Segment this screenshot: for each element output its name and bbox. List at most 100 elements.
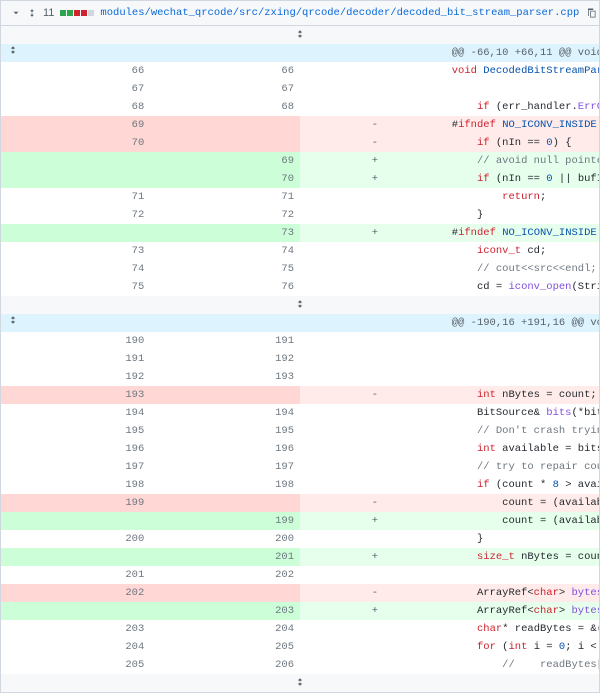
line-number-new[interactable]: 66 xyxy=(150,62,300,80)
diff-row: 6868 if (err_handler.ErrCode()) return; xyxy=(1,98,600,116)
line-number-new[interactable]: 200 xyxy=(150,530,300,548)
diff-row: 69-#ifndef NO_ICONV_INSIDE xyxy=(1,116,600,134)
line-number-old[interactable]: 196 xyxy=(1,440,151,458)
code-line: ErrorHandler& err_handler) { xyxy=(450,80,600,98)
line-number-new[interactable]: 199 xyxy=(150,512,300,530)
line-number-old[interactable]: 202 xyxy=(1,584,151,602)
copy-path-icon[interactable] xyxy=(585,7,597,19)
expand-hunk-button[interactable] xyxy=(1,314,301,332)
diff-row: 199- count = (available + 7 / 8); xyxy=(1,494,600,512)
line-number-new[interactable]: 74 xyxy=(150,242,300,260)
line-number-new[interactable]: 71 xyxy=(150,188,300,206)
line-number-old[interactable]: 75 xyxy=(1,278,151,296)
diff-row xyxy=(1,26,600,45)
expand-icon[interactable] xyxy=(27,8,37,18)
line-number-new[interactable]: 198 xyxy=(150,476,300,494)
line-number-old[interactable]: 192 xyxy=(1,368,151,386)
line-number-new[interactable]: 67 xyxy=(150,80,300,98)
hunk-header: @@ -66,10 +66,11 @@ void DecodedBitStrea… xyxy=(450,44,600,62)
line-number-old[interactable]: 71 xyxy=(1,188,151,206)
line-number-new[interactable]: 194 xyxy=(150,404,300,422)
diff-row: 193- int nBytes = count; xyxy=(1,386,600,404)
line-number-old[interactable] xyxy=(1,602,151,620)
line-number-new[interactable] xyxy=(150,134,300,152)
diff-row: 198198 if (count * 8 > available) { xyxy=(1,476,600,494)
line-number-new[interactable]: 197 xyxy=(150,458,300,476)
chevron-down-icon[interactable] xyxy=(11,8,21,18)
line-number-old[interactable]: 70 xyxy=(1,134,151,152)
line-number-old[interactable]: 205 xyxy=(1,656,151,674)
line-number-new[interactable]: 201 xyxy=(150,548,300,566)
line-number-old[interactable]: 204 xyxy=(1,638,151,656)
line-number-new[interactable]: 193 xyxy=(150,368,300,386)
line-number-old[interactable]: 191 xyxy=(1,350,151,368)
diff-sign: + xyxy=(300,152,450,170)
line-number-old[interactable] xyxy=(1,170,151,188)
line-number-new[interactable]: 68 xyxy=(150,98,300,116)
expand-hunk-button[interactable] xyxy=(1,296,600,314)
code-line: BitSource& bits(*bits_); xyxy=(450,404,600,422)
line-number-new[interactable]: 70 xyxy=(150,170,300,188)
line-number-old[interactable]: 72 xyxy=(1,206,151,224)
diff-sign xyxy=(300,62,450,80)
diff-row: 6666 void DecodedBitStreamParser::append… xyxy=(1,62,600,80)
line-number-new[interactable]: 206 xyxy=(150,656,300,674)
line-number-new[interactable] xyxy=(150,116,300,134)
diff-sign: + xyxy=(300,602,450,620)
line-number-old[interactable]: 67 xyxy=(1,80,151,98)
line-number-new[interactable]: 195 xyxy=(150,422,300,440)
diff-row: 190191 CharacterSetECI* currentCharacter… xyxy=(1,332,600,350)
line-number-old[interactable] xyxy=(1,548,151,566)
line-number-new[interactable]: 205 xyxy=(150,638,300,656)
line-number-old[interactable]: 195 xyxy=(1,422,151,440)
line-number-old[interactable]: 69 xyxy=(1,116,151,134)
line-number-new[interactable]: 203 xyxy=(150,602,300,620)
line-number-old[interactable]: 74 xyxy=(1,260,151,278)
line-number-new[interactable]: 202 xyxy=(150,566,300,584)
line-number-new[interactable]: 69 xyxy=(150,152,300,170)
line-number-old[interactable]: 66 xyxy=(1,62,151,80)
line-number-old[interactable]: 68 xyxy=(1,98,151,116)
code-line: size_t nBytes = count; xyxy=(450,548,600,566)
diff-sign xyxy=(300,656,450,674)
line-number-new[interactable]: 76 xyxy=(150,278,300,296)
diff-row: 202- ArrayRef<char> bytes_(count); xyxy=(1,584,600,602)
line-number-old[interactable]: 203 xyxy=(1,620,151,638)
line-number-old[interactable]: 201 xyxy=(1,566,151,584)
diff-row: @@ -66,10 +66,11 @@ void DecodedBitStrea… xyxy=(1,44,600,62)
line-number-old[interactable] xyxy=(1,512,151,530)
line-number-new[interactable]: 204 xyxy=(150,620,300,638)
line-number-old[interactable]: 197 xyxy=(1,458,151,476)
line-number-new[interactable]: 196 xyxy=(150,440,300,458)
line-number-new[interactable]: 75 xyxy=(150,260,300,278)
line-number-new[interactable]: 191 xyxy=(150,332,300,350)
line-number-old[interactable]: 199 xyxy=(1,494,151,512)
line-number-old[interactable] xyxy=(1,152,151,170)
code-line: #ifndef NO_ICONV_INSIDE xyxy=(450,224,600,242)
line-number-old[interactable]: 198 xyxy=(1,476,151,494)
line-number-new[interactable] xyxy=(150,386,300,404)
expand-hunk-button[interactable] xyxy=(1,674,600,693)
line-number-new[interactable] xyxy=(150,584,300,602)
code-line: // readBytes[i] = (char) bits.readBits(8… xyxy=(450,656,600,674)
diff-stat-bar xyxy=(60,10,94,16)
line-number-new[interactable]: 72 xyxy=(150,206,300,224)
line-number-new[interactable]: 192 xyxy=(150,350,300,368)
diff-sign xyxy=(300,188,450,206)
line-number-old[interactable]: 73 xyxy=(1,242,151,260)
line-number-new[interactable]: 73 xyxy=(150,224,300,242)
code-line: #ifndef NO_ICONV_INSIDE xyxy=(450,116,600,134)
diff-stat-count: 11 xyxy=(43,7,54,19)
line-number-old[interactable] xyxy=(1,224,151,242)
diff-row: 196196 int available = bits.available(); xyxy=(1,440,600,458)
line-number-old[interactable]: 193 xyxy=(1,386,151,404)
file-path-link[interactable]: modules/wechat_qrcode/src/zxing/qrcode/d… xyxy=(100,7,579,19)
expand-hunk-button[interactable] xyxy=(1,26,600,45)
diff-row: 201202 xyxy=(1,566,600,584)
line-number-old[interactable]: 194 xyxy=(1,404,151,422)
line-number-old[interactable]: 190 xyxy=(1,332,151,350)
line-number-new[interactable] xyxy=(150,494,300,512)
expand-hunk-button[interactable] xyxy=(1,44,301,62)
line-number-old[interactable]: 200 xyxy=(1,530,151,548)
diff-row xyxy=(1,296,600,314)
